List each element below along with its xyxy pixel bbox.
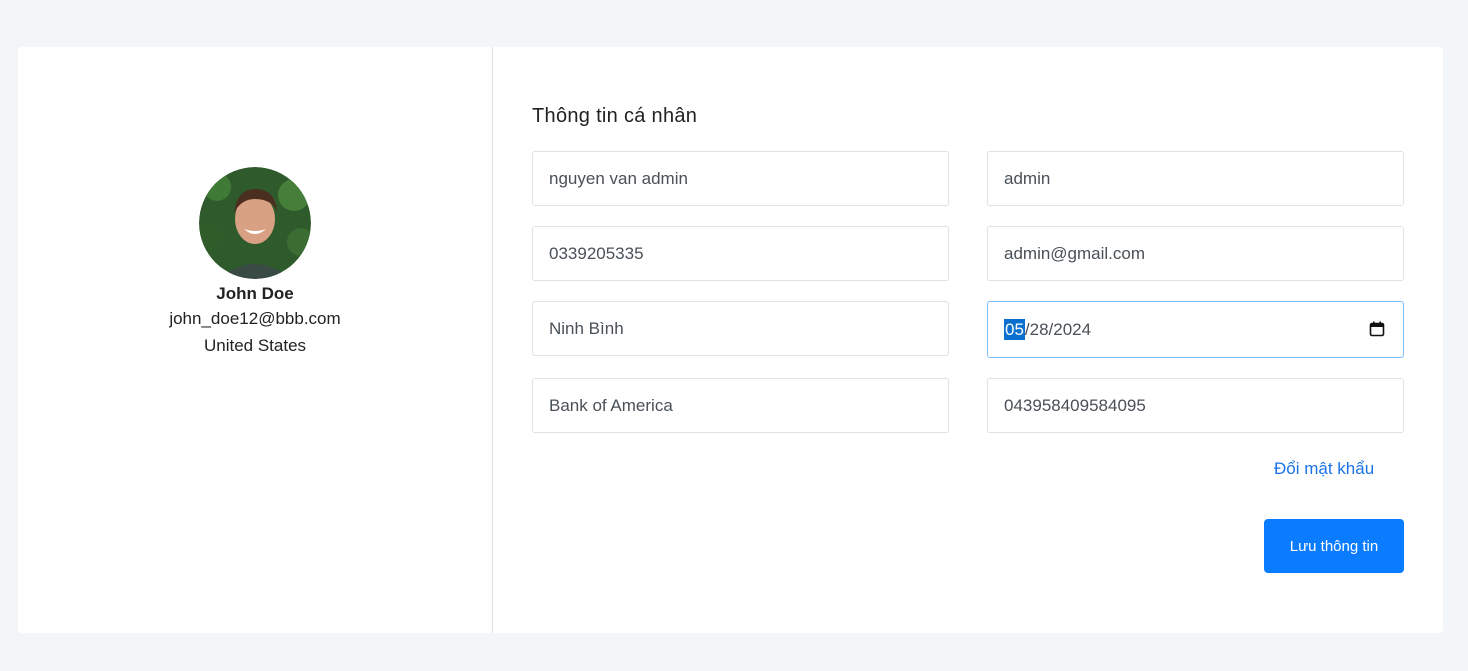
save-button[interactable]: Lưu thông tin <box>1264 519 1404 573</box>
date-rest[interactable]: /28/2024 <box>1025 320 1091 339</box>
change-password-link[interactable]: Đổi mật khẩu <box>1274 459 1374 479</box>
email-field[interactable]: admin@gmail.com <box>987 226 1404 281</box>
phone-field[interactable]: 0339205335 <box>532 226 949 281</box>
date-field[interactable]: 05/28/2024 <box>987 301 1404 358</box>
profile-email: john_doe12@bbb.com <box>169 309 341 328</box>
calendar-icon[interactable] <box>1369 321 1385 337</box>
bank-name-field[interactable]: Bank of America <box>532 378 949 433</box>
date-month-segment[interactable]: 05 <box>1004 319 1025 340</box>
avatar <box>199 167 311 279</box>
profile-panel: John Doe john_doe12@bbb.com United State… <box>18 47 493 633</box>
address-field[interactable]: Ninh Bình <box>532 301 949 356</box>
username-field[interactable]: admin <box>987 151 1404 206</box>
account-number-field[interactable]: 043958409584095 <box>987 378 1404 433</box>
profile-name: John Doe <box>216 284 294 303</box>
profile-country: United States <box>203 336 307 355</box>
full-name-field[interactable]: nguyen van admin <box>532 151 949 206</box>
page-title: Thông tin cá nhân <box>532 105 698 127</box>
profile-summary: John Doe john_doe12@bbb.com United State… <box>18 167 492 359</box>
profile-card: John Doe john_doe12@bbb.com United State… <box>18 47 1443 633</box>
